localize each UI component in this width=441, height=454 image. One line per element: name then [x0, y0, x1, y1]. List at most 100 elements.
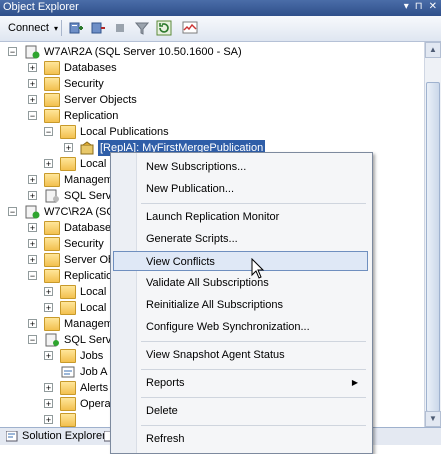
menu-item-launch-replication-monitor[interactable]: Launch Replication Monitor [113, 207, 368, 227]
expand-toggle[interactable]: + [28, 175, 37, 185]
tree-label: Server Objects [64, 94, 137, 106]
folder-icon [60, 397, 76, 411]
pin-icon[interactable]: ⊓ [415, 1, 423, 12]
tree-label: Local [80, 302, 107, 314]
filter-icon[interactable] [134, 20, 150, 36]
menu-separator [141, 341, 366, 342]
collapse-toggle[interactable]: − [28, 111, 37, 121]
collapse-toggle[interactable]: − [28, 271, 37, 281]
expand-toggle[interactable]: + [28, 95, 37, 105]
menu-item-label: Refresh [146, 433, 185, 445]
connect-server-icon[interactable] [68, 20, 84, 36]
tree-label: Database [64, 222, 112, 234]
disconnect-server-icon[interactable] [90, 20, 106, 36]
tree-label: Local [80, 286, 107, 298]
scroll-up-arrow-icon[interactable]: ▲ [425, 42, 441, 58]
toolbar-separator [61, 20, 62, 36]
expand-toggle[interactable]: + [28, 79, 37, 89]
expand-toggle[interactable]: + [44, 415, 53, 425]
folder-icon [44, 77, 60, 91]
folder-icon [44, 61, 60, 75]
expand-toggle[interactable]: + [28, 319, 37, 329]
tree-label: Jobs [80, 350, 104, 362]
server-label: W7A\R2A (SQL Server 10.50.1600 - SA) [44, 46, 242, 58]
menu-item-new-subscriptions[interactable]: New Subscriptions... [113, 157, 368, 177]
collapse-toggle[interactable]: − [28, 335, 37, 345]
folder-icon [44, 173, 60, 187]
expand-toggle[interactable]: + [28, 239, 37, 249]
connect-button[interactable]: Connect ▾ [4, 20, 62, 36]
expand-toggle[interactable]: + [44, 303, 53, 313]
folder-icon [44, 109, 60, 123]
menu-item-label: Configure Web Synchronization... [146, 321, 310, 333]
menu-item-label: New Publication... [146, 183, 235, 195]
folder-icon [44, 237, 60, 251]
folder-icon [60, 381, 76, 395]
menu-separator [141, 397, 366, 398]
expand-toggle[interactable]: + [28, 255, 37, 265]
tree-label: Local Publications [80, 126, 169, 138]
server-icon [25, 45, 40, 59]
menu-item-view-snapshot-agent-status[interactable]: View Snapshot Agent Status [113, 345, 368, 365]
menu-item-label: Delete [146, 405, 178, 417]
menu-item-reinitialize-all-subscriptions[interactable]: Reinitialize All Subscriptions [113, 295, 368, 315]
expand-toggle[interactable]: + [64, 143, 73, 153]
expand-toggle[interactable]: + [44, 159, 53, 169]
expand-toggle[interactable]: + [44, 399, 53, 409]
expand-toggle[interactable]: + [44, 351, 53, 361]
menu-item-view-conflicts[interactable]: View Conflicts [113, 251, 368, 271]
menu-item-generate-scripts[interactable]: Generate Scripts... [113, 229, 368, 249]
tree-label: Managem [64, 174, 113, 186]
folder-icon [60, 125, 76, 139]
menu-item-reports[interactable]: Reports ▶ [113, 373, 368, 393]
dropdown-icon[interactable]: ▾ [404, 1, 409, 12]
vertical-scrollbar[interactable]: ▲ ▼ [424, 42, 441, 427]
expand-toggle[interactable]: + [28, 63, 37, 73]
refresh-icon[interactable] [156, 20, 172, 36]
menu-item-label: Generate Scripts... [146, 233, 238, 245]
stop-icon[interactable] [112, 20, 128, 36]
folder-icon [44, 317, 60, 331]
menu-separator [141, 369, 366, 370]
tree-label: Opera [80, 398, 111, 410]
close-icon[interactable]: ✕ [429, 1, 437, 12]
folder-icon [60, 413, 76, 427]
sql-agent-icon [45, 189, 59, 203]
menu-item-label: Launch Replication Monitor [146, 211, 280, 223]
activity-monitor-icon[interactable] [182, 20, 198, 36]
scroll-thumb[interactable] [426, 82, 440, 412]
context-menu: New Subscriptions... New Publication... … [110, 152, 373, 454]
expand-toggle[interactable]: + [28, 223, 37, 233]
menu-item-label: Reports [146, 377, 185, 389]
expand-toggle[interactable]: + [44, 287, 53, 297]
toolbar: Connect ▾ [0, 16, 441, 42]
publication-icon [80, 141, 94, 155]
object-explorer-titlebar: Object Explorer ▾ ⊓ ✕ [0, 0, 441, 16]
tree-label: Job A [80, 366, 108, 378]
folder-icon [60, 157, 76, 171]
menu-item-configure-web-sync[interactable]: Configure Web Synchronization... [113, 317, 368, 337]
tree-label: Databases [64, 62, 117, 74]
tab-solution-explorer[interactable]: Solution Explorer [4, 429, 106, 444]
mouse-cursor-icon [251, 258, 265, 279]
expand-toggle[interactable]: + [44, 383, 53, 393]
collapse-toggle[interactable]: − [44, 127, 53, 137]
menu-item-delete[interactable]: Delete [113, 401, 368, 421]
expand-toggle[interactable]: + [28, 191, 37, 201]
menu-item-new-publication[interactable]: New Publication... [113, 179, 368, 199]
folder-icon [60, 285, 76, 299]
menu-item-label: Reinitialize All Subscriptions [146, 299, 283, 311]
scroll-down-arrow-icon[interactable]: ▼ [425, 411, 441, 427]
tree-label: Replication [64, 110, 119, 122]
chevron-down-icon: ▾ [54, 24, 59, 33]
collapse-toggle[interactable]: − [8, 207, 17, 217]
collapse-toggle[interactable]: − [8, 47, 17, 57]
sql-agent-icon [45, 333, 59, 347]
connect-label: Connect [8, 22, 49, 34]
menu-item-refresh[interactable]: Refresh [113, 429, 368, 449]
folder-icon [44, 93, 60, 107]
folder-icon [60, 301, 76, 315]
submenu-arrow-icon: ▶ [351, 378, 358, 387]
menu-item-label: View Conflicts [146, 256, 215, 268]
menu-item-validate-all-subscriptions[interactable]: Validate All Subscriptions [113, 273, 368, 293]
